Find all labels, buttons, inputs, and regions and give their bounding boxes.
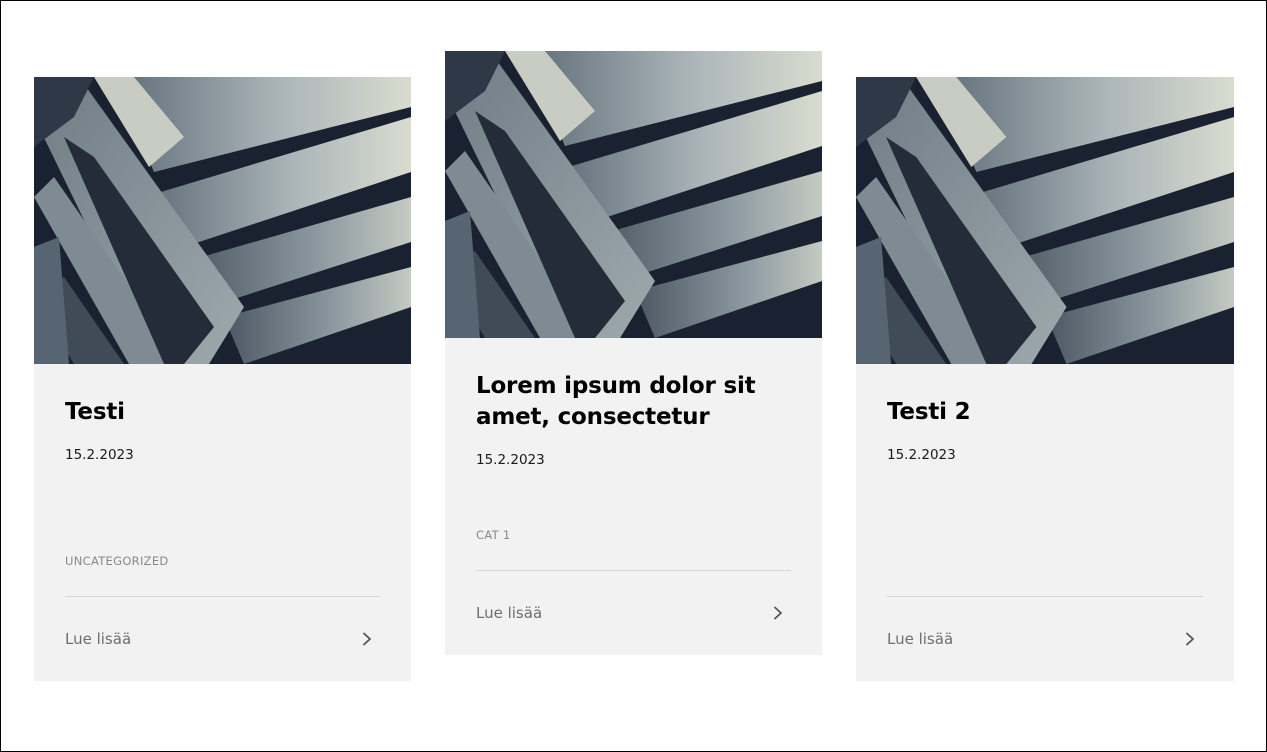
- post-title[interactable]: Testi 2: [887, 397, 1203, 428]
- read-more-link[interactable]: Lue lisää: [476, 600, 791, 626]
- post-date: 15.2.2023: [65, 447, 134, 463]
- page-frame: Testi 15.2.2023 UNCATEGORIZED Lue lisää …: [0, 0, 1267, 752]
- chevron-right-icon: [1183, 632, 1197, 646]
- post-card: Testi 2 15.2.2023 Lue lisää: [856, 77, 1234, 681]
- architecture-photo: [34, 77, 411, 364]
- post-title[interactable]: Lorem ipsum dolor sit amet, consectetur: [476, 371, 791, 433]
- post-category[interactable]: UNCATEGORIZED: [65, 554, 169, 568]
- read-more-link[interactable]: Lue lisää: [65, 626, 380, 652]
- post-title[interactable]: Testi: [65, 397, 380, 428]
- chevron-right-icon: [771, 606, 785, 620]
- post-card: Testi 15.2.2023 UNCATEGORIZED Lue lisää: [34, 77, 411, 681]
- read-more-label: Lue lisää: [887, 630, 954, 648]
- chevron-right-icon: [360, 632, 374, 646]
- read-more-label: Lue lisää: [65, 630, 132, 648]
- post-date: 15.2.2023: [476, 452, 545, 468]
- read-more-label: Lue lisää: [476, 604, 543, 622]
- post-card: Lorem ipsum dolor sit amet, consectetur …: [445, 51, 822, 655]
- post-image[interactable]: [34, 77, 411, 364]
- post-image[interactable]: [445, 51, 822, 338]
- divider: [887, 596, 1203, 597]
- post-card-body: Testi 15.2.2023 UNCATEGORIZED Lue lisää: [34, 364, 411, 681]
- architecture-photo: [856, 77, 1234, 364]
- post-date: 15.2.2023: [887, 447, 956, 463]
- post-image[interactable]: [856, 77, 1234, 364]
- read-more-link[interactable]: Lue lisää: [887, 626, 1203, 652]
- post-card-body: Testi 2 15.2.2023 Lue lisää: [856, 364, 1234, 681]
- post-category[interactable]: CAT 1: [476, 528, 511, 542]
- divider: [65, 596, 380, 597]
- divider: [476, 570, 791, 571]
- architecture-photo: [445, 51, 822, 338]
- post-card-body: Lorem ipsum dolor sit amet, consectetur …: [445, 338, 822, 655]
